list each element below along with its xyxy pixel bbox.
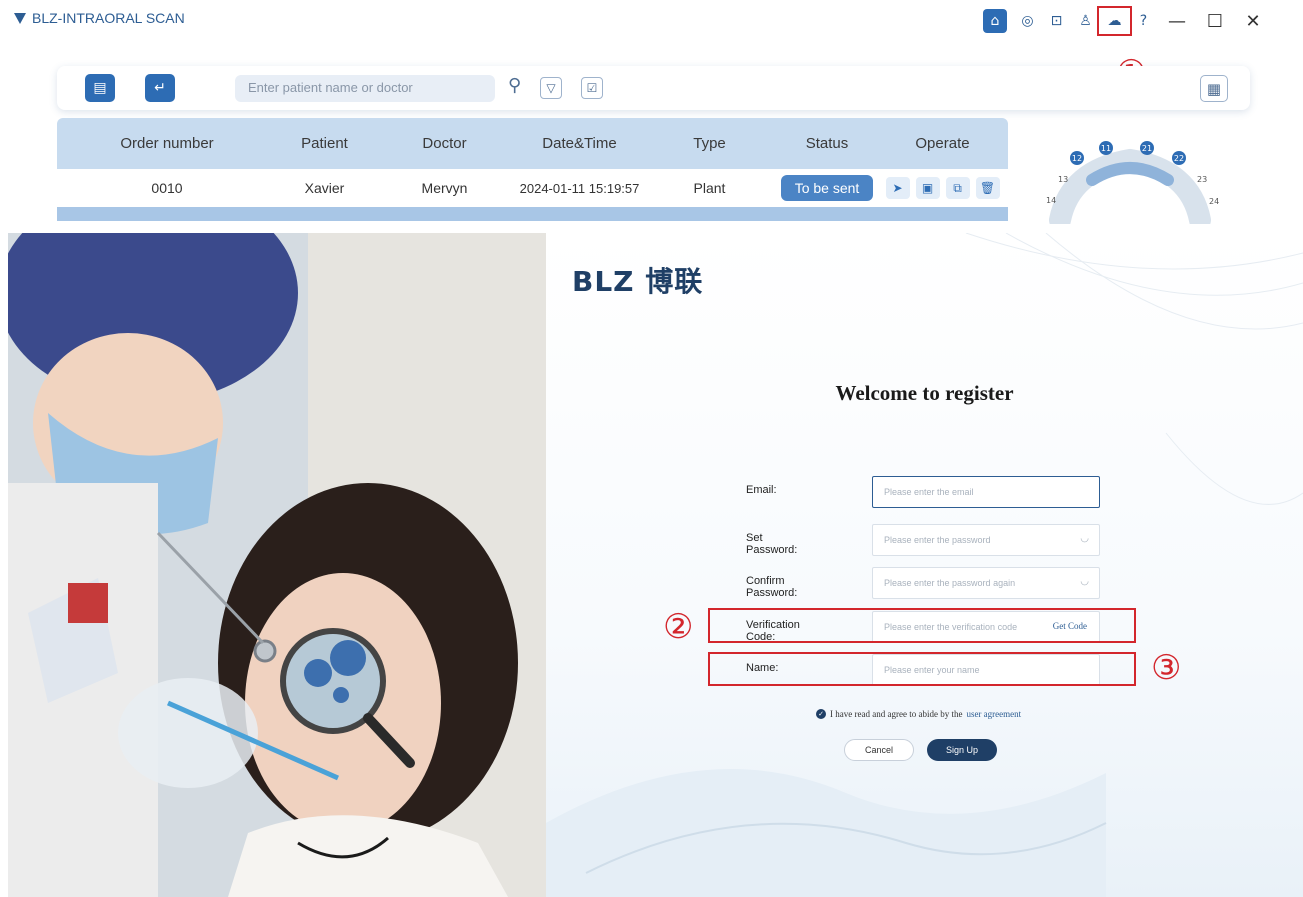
cloud-upload-icon[interactable]: ☁ xyxy=(1097,6,1132,36)
user-agreement-link[interactable]: user agreement xyxy=(966,709,1021,719)
status-badge[interactable]: To be sent xyxy=(780,175,874,201)
tooth-label-24: 24 xyxy=(1209,197,1220,206)
target-icon[interactable]: ◎ xyxy=(1013,9,1042,33)
tooth-11[interactable]: 11 xyxy=(1099,141,1113,155)
maximize-button[interactable]: ☐ xyxy=(1196,9,1234,33)
main-window: BLZ-INTRAORAL SCAN ⌂ ◎ ⊡ ♙ ☁ ? — ☐ ✕ ① ▤… xyxy=(0,0,1303,224)
password-placeholder: Please enter the password xyxy=(884,535,991,545)
sign-up-button[interactable]: Sign Up xyxy=(927,739,997,761)
highlight-box-name xyxy=(708,652,1136,686)
composite-screenshot: BLZ-INTRAORAL SCAN ⌂ ◎ ⊡ ♙ ☁ ? — ☐ ✕ ① ▤… xyxy=(0,0,1303,897)
app-logo-icon xyxy=(14,12,26,24)
col-doctor: Doctor xyxy=(422,135,467,152)
checkbox-checked-icon[interactable]: ✓ xyxy=(816,709,826,719)
search-icon[interactable]: ⚲ xyxy=(508,75,521,96)
tooth-label-13: 13 xyxy=(1058,175,1069,184)
password-label: Set Password: xyxy=(746,532,798,556)
page-title: Welcome to register xyxy=(835,381,1014,405)
tooth-21[interactable]: 21 xyxy=(1140,141,1154,155)
app-title: BLZ-INTRAORAL SCAN xyxy=(32,10,185,26)
titlebar-icons: ⌂ ◎ ⊡ ♙ ☁ ? — ☐ ✕ xyxy=(983,6,1272,36)
tooth-chart: 12 11 21 22 13 14 23 24 xyxy=(1030,140,1230,224)
user-icon[interactable]: ♙ xyxy=(1071,9,1100,33)
table-row[interactable]: 0010 Xavier Mervyn 2024-01-11 15:19:57 P… xyxy=(57,169,1008,207)
dentist-patient-illustration xyxy=(8,233,546,897)
dental-photo xyxy=(8,233,546,897)
delete-icon[interactable]: 🗑 xyxy=(975,177,1000,199)
cell-patient: Xavier xyxy=(304,180,345,196)
col-status: Status xyxy=(805,135,849,152)
help-icon[interactable]: ? xyxy=(1129,9,1158,33)
email-field[interactable]: Please enter the email xyxy=(872,476,1100,508)
filter-icon[interactable]: ▽ xyxy=(540,77,562,99)
tooth-label-14: 14 xyxy=(1046,196,1057,205)
confirm-password-placeholder: Please enter the password again xyxy=(884,578,1016,588)
cell-type: Plant xyxy=(693,180,726,196)
tooth-12[interactable]: 12 xyxy=(1070,151,1084,165)
import-button[interactable]: ↵ xyxy=(145,74,175,102)
col-operate: Operate xyxy=(915,135,970,152)
col-patient: Patient xyxy=(301,135,348,152)
home-icon[interactable]: ⌂ xyxy=(983,9,1007,33)
close-button[interactable]: ✕ xyxy=(1234,9,1272,33)
tooth-22[interactable]: 22 xyxy=(1172,151,1186,165)
confirm-password-label: Confirm Password: xyxy=(746,575,798,599)
cancel-button[interactable]: Cancel xyxy=(844,739,914,761)
minimize-button[interactable]: — xyxy=(1158,9,1196,33)
callout-3: ③ xyxy=(1151,648,1182,688)
col-datetime: Date&Time xyxy=(542,135,617,152)
cell-order: 0010 xyxy=(151,180,183,196)
agreement-row: ✓ I have read and agree to abide by the … xyxy=(816,709,1021,719)
cell-doctor: Mervyn xyxy=(421,180,468,196)
col-order-number: Order number xyxy=(120,135,214,152)
send-icon[interactable]: ➤ xyxy=(885,177,910,199)
select-icon[interactable]: ☑ xyxy=(581,77,603,99)
confirm-password-field[interactable]: Please enter the password again ◡ xyxy=(872,567,1100,599)
tooth-label-23: 23 xyxy=(1197,175,1208,184)
app-title-bar: BLZ-INTRAORAL SCAN xyxy=(14,10,185,26)
callout-2: ② xyxy=(663,607,694,647)
background-wave-graphic xyxy=(546,233,1303,897)
row-actions: ➤ ▣ ⧉ 🗑 xyxy=(877,177,1008,199)
email-label: Email: xyxy=(746,484,777,496)
copy-icon[interactable]: ⧉ xyxy=(945,177,970,199)
brand-logo: BLZ 博联 xyxy=(572,265,704,298)
grid-view-icon[interactable]: ▦ xyxy=(1200,75,1228,102)
search-input[interactable]: Enter patient name or doctor xyxy=(235,75,495,102)
scan-icon[interactable]: ⊡ xyxy=(1042,9,1071,33)
col-type: Type xyxy=(693,135,726,152)
cell-datetime: 2024-01-11 15:19:57 xyxy=(519,180,640,196)
table-row[interactable] xyxy=(57,207,1008,221)
register-panel: BLZ 博联 Welcome to register Email: Please… xyxy=(546,233,1303,897)
table-header: Order number Patient Doctor Date&Time Ty… xyxy=(57,118,1008,169)
eye-closed-icon[interactable]: ◡ xyxy=(1080,533,1089,544)
eye-closed-icon[interactable]: ◡ xyxy=(1080,576,1089,587)
new-order-button[interactable]: ▤ xyxy=(85,74,115,102)
agreement-text: I have read and agree to abide by the xyxy=(830,709,963,719)
orders-table: Order number Patient Doctor Date&Time Ty… xyxy=(57,118,1008,221)
highlight-box-verification xyxy=(708,608,1136,643)
toolbar: ▤ ↵ Enter patient name or doctor ⚲ ▽ ☑ ▦ xyxy=(57,66,1250,110)
password-field[interactable]: Please enter the password ◡ xyxy=(872,524,1100,556)
camera-icon[interactable]: ▣ xyxy=(915,177,940,199)
